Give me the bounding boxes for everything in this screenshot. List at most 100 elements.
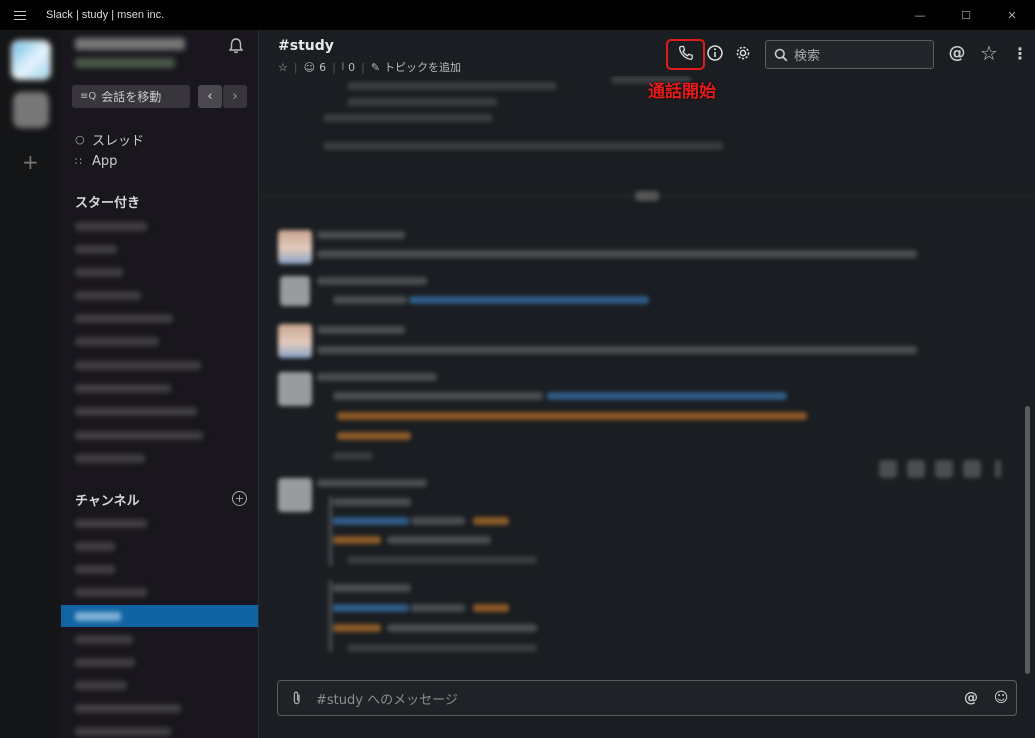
workspace-icon-other[interactable] [13,92,49,128]
search-icon [774,48,788,61]
message-scrollbar[interactable] [1025,406,1030,674]
reaction-action-icon[interactable] [879,460,897,478]
search-input[interactable]: 検索 [765,40,934,69]
message-text [317,346,917,354]
history-forward-button[interactable]: › [223,85,247,108]
reply-action-icon[interactable] [907,460,925,478]
starred-item[interactable] [75,407,197,416]
mentions-at-icon[interactable]: @ [948,43,966,63]
starred-item[interactable] [75,431,203,440]
message-line [323,142,723,150]
attachment-tag [333,536,381,544]
hamburger-menu-icon[interactable] [0,0,40,30]
channels-section-header[interactable]: チャンネル [75,490,140,509]
save-action-icon[interactable] [963,460,981,478]
sidebar-item-apps[interactable]: ∷ App [75,154,117,169]
message-author[interactable] [317,277,427,285]
window-title: Slack | study | msen inc. [46,9,165,21]
attachment-border [329,496,332,566]
emoji-icon[interactable]: ☺ [986,690,1016,706]
message-link[interactable] [409,296,649,304]
message-tags[interactable] [337,412,807,420]
pin-icon[interactable]: ⧙ [342,60,344,74]
attachment-link[interactable] [333,604,409,612]
more-vertical-icon[interactable]: ⋮ [1011,44,1029,63]
maximize-button[interactable]: ☐ [943,0,989,30]
star-outline-icon[interactable]: ☆ [278,61,288,74]
message-link[interactable] [547,392,787,400]
jump-to-icon: ≡Q [80,91,97,102]
attachment-text [387,536,491,544]
star-icon[interactable]: ☆ [980,41,998,65]
call-start-annotation: 通話開始 [648,82,716,102]
message-text [317,250,917,258]
channel-title[interactable]: #study [278,38,334,54]
workspace-icon-msen[interactable] [11,40,51,80]
attachment-tag [473,517,509,525]
history-back-button[interactable]: ‹ [198,85,222,108]
jump-to-label: 会話を移動 [101,90,162,104]
channel-item[interactable] [75,658,135,667]
message-line [347,82,557,90]
starred-item[interactable] [75,314,173,323]
sidebar-item-threads[interactable]: ○ スレッド [75,130,144,149]
channel-item[interactable] [75,727,171,736]
avatar[interactable] [280,276,310,306]
message-author[interactable] [317,373,437,381]
starred-item[interactable] [75,384,171,393]
apps-grid-icon: ∷ [75,155,82,168]
attachment-tag [473,604,509,612]
starred-item[interactable] [75,268,123,277]
attachment-title [333,584,411,592]
avatar[interactable] [278,230,312,264]
message-author[interactable] [317,479,427,487]
message-meta [333,452,373,460]
avatar[interactable] [278,324,312,358]
avatar[interactable] [278,372,312,406]
attachment-border [329,580,332,652]
channel-item[interactable] [75,519,147,528]
mention-at-icon[interactable]: @ [956,690,986,706]
channel-item[interactable] [75,565,115,574]
message-author[interactable] [317,231,405,239]
channel-item[interactable] [75,588,147,597]
attachment-link[interactable] [333,517,409,525]
starred-item[interactable] [75,361,201,370]
starred-item[interactable] [75,222,147,231]
channel-item[interactable] [75,681,127,690]
channel-item[interactable] [75,704,181,713]
workspace-name[interactable] [75,38,185,50]
info-icon[interactable] [706,44,724,62]
channel-item-study-active[interactable] [61,605,258,627]
paperclip-icon[interactable] [278,691,316,705]
close-button[interactable]: ✕ [989,0,1035,30]
channel-item[interactable] [75,542,115,551]
add-topic-link[interactable]: トピックを追加 [384,59,461,75]
more-action-icon[interactable] [995,460,1001,478]
starred-section-header[interactable]: スター付き [75,192,140,211]
share-action-icon[interactable] [935,460,953,478]
avatar[interactable] [278,478,312,512]
pins-count[interactable]: 0 [348,61,355,74]
bell-icon[interactable] [227,37,245,55]
channel-item[interactable] [75,635,133,644]
title-bar: Slack | study | msen inc. — ☐ ✕ [0,0,1035,30]
message-author[interactable] [317,326,405,334]
gear-icon[interactable] [734,44,752,62]
message-tags[interactable] [337,432,411,440]
add-workspace-icon[interactable]: + [22,150,39,174]
call-highlight-box [666,39,705,70]
starred-item[interactable] [75,337,159,346]
add-channel-icon[interactable]: + [232,491,247,506]
message-composer[interactable]: #study へのメッセージ @ ☺ [277,680,1017,716]
message-line [347,98,497,106]
members-icon[interactable]: ☺ [304,61,315,74]
starred-item[interactable] [75,454,145,463]
starred-item[interactable] [75,291,141,300]
jump-to-button[interactable]: ≡Q 会話を移動 [72,85,190,108]
main-pane: #study ☆ | ☺ 6 | ⧙ 0 | ✎ トピックを追加 検索 @ ☆ … [259,30,1035,738]
members-count[interactable]: 6 [319,61,326,74]
starred-item[interactable] [75,245,117,254]
channel-meta: ☆ | ☺ 6 | ⧙ 0 | ✎ トピックを追加 [278,59,462,75]
minimize-button[interactable]: — [897,0,943,30]
